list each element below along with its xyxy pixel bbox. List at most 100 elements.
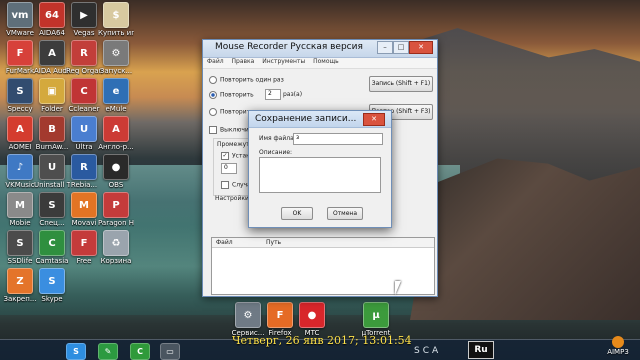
ok-button[interactable]: OK bbox=[281, 207, 313, 220]
app-icon: $ bbox=[103, 2, 129, 28]
dialog-titlebar[interactable]: Сохранение записи... ✕ bbox=[249, 111, 391, 128]
desktop-icon-label: Корзина bbox=[100, 257, 132, 265]
save-recording-dialog: Сохранение записи... ✕ Имя файла: з Опис… bbox=[248, 110, 392, 228]
desktop-icon-label: Reg Organi... bbox=[66, 67, 102, 75]
desktop-icon[interactable]: ♻ Корзина bbox=[98, 230, 134, 274]
menu-help[interactable]: Помощь bbox=[313, 58, 339, 65]
desktop-icon[interactable]: Z Закреп... bbox=[2, 268, 38, 312]
desktop-icon-label: Спец... bbox=[39, 219, 65, 227]
desktop-icon-label: Free bbox=[76, 257, 92, 265]
desktop-icon-label: Movavi bbox=[71, 219, 97, 227]
column-path[interactable]: Путь bbox=[266, 239, 281, 246]
app-icon: Z bbox=[7, 268, 33, 294]
desktop-icon-label: Folder bbox=[41, 105, 63, 113]
datetime-display: Четверг, 26 янв 2017; 13:01:54 bbox=[232, 334, 412, 347]
repeat-once-option[interactable]: Повторить один раз bbox=[209, 76, 284, 84]
random-checkbox[interactable] bbox=[221, 181, 229, 189]
desktop-icon-label: eMule bbox=[105, 105, 127, 113]
minimize-button[interactable]: – bbox=[377, 41, 393, 54]
app-icon: ● bbox=[299, 302, 325, 328]
app-icon: ⚙ bbox=[235, 302, 261, 328]
desktop-icon-label: Mobie bbox=[9, 219, 31, 227]
recordings-list[interactable]: Файл Путь bbox=[211, 237, 435, 295]
desktop-icon-label: AIDA64 bbox=[39, 29, 65, 37]
app-icon: F bbox=[71, 230, 97, 256]
cancel-button[interactable]: Отмена bbox=[327, 207, 363, 220]
repeat-until-radio[interactable] bbox=[209, 108, 217, 116]
desktop-icon-label: Uninstall Tool bbox=[34, 181, 70, 189]
app-icon: F bbox=[267, 302, 293, 328]
desktop-icon-label: Ccleaner bbox=[68, 105, 100, 113]
taskbar-app-button[interactable]: ✎ bbox=[98, 343, 118, 360]
app-icon: M bbox=[7, 192, 33, 218]
desktop-icon[interactable]: F Free bbox=[66, 230, 102, 274]
desktop-icon-label: Ultra bbox=[75, 143, 93, 151]
app-icon: P bbox=[103, 192, 129, 218]
repeat-option[interactable]: Повторить bbox=[209, 91, 254, 99]
app-icon: U bbox=[71, 116, 97, 142]
desktop-icon-label: Speccy bbox=[7, 105, 33, 113]
dialog-title: Сохранение записи... bbox=[255, 114, 357, 124]
app-icon: ♪ bbox=[7, 154, 33, 180]
desktop-icon-label: FurMark bbox=[5, 67, 35, 75]
app-icon: ▶ bbox=[71, 2, 97, 28]
menu-edit[interactable]: Правка bbox=[232, 58, 255, 65]
desktop-icon-label: Rebia... bbox=[70, 181, 98, 189]
app-icon: B bbox=[39, 116, 65, 142]
desktop-icon[interactable]: S Skype bbox=[34, 268, 70, 312]
app-icon: C bbox=[39, 230, 65, 256]
aimp-label: AIMP3 bbox=[607, 348, 629, 356]
desktop-icon-label: Camtasia bbox=[35, 257, 69, 265]
maximize-button[interactable]: □ bbox=[393, 41, 409, 54]
record-button[interactable]: Запись (Shift + F1) bbox=[369, 76, 433, 92]
taskbar-app-button[interactable]: C bbox=[130, 343, 150, 360]
desktop-icon-label: AOMEI bbox=[8, 143, 32, 151]
repeat-once-radio[interactable] bbox=[209, 76, 217, 84]
window-titlebar[interactable]: Mouse Recorder Русская версия – □ ✕ bbox=[203, 40, 437, 58]
repeat-until-option[interactable]: Повторить bbox=[209, 108, 254, 116]
repeat-once-label: Повторить один раз bbox=[220, 76, 284, 84]
app-icon: M bbox=[71, 192, 97, 218]
description-textarea[interactable] bbox=[259, 157, 381, 193]
app-icon: U bbox=[39, 154, 65, 180]
menu-bar: Файл Правка Инструменты Помощь bbox=[203, 58, 437, 69]
language-indicator[interactable]: Ru bbox=[468, 341, 494, 359]
menu-file[interactable]: Файл bbox=[207, 58, 224, 65]
taskbar-app-button[interactable]: S bbox=[66, 343, 86, 360]
app-icon: ▣ bbox=[39, 78, 65, 104]
repeat-count-input[interactable]: 2 bbox=[265, 89, 281, 100]
app-icon: 64 bbox=[39, 2, 65, 28]
interval-input[interactable]: 0 bbox=[221, 163, 237, 174]
repeat-label: Повторить bbox=[220, 91, 254, 99]
close-button[interactable]: ✕ bbox=[409, 41, 433, 54]
set-checkbox[interactable]: ✓ bbox=[221, 152, 229, 160]
desktop-icon-label: BurnAw... bbox=[35, 143, 69, 151]
desktop-icon-label: Vegas bbox=[73, 29, 95, 37]
repeat-radio[interactable] bbox=[209, 91, 217, 99]
disable-checkbox[interactable] bbox=[209, 126, 217, 134]
menu-tools[interactable]: Инструменты bbox=[262, 58, 305, 65]
times-suffix: раз(а) bbox=[283, 91, 303, 98]
filename-input[interactable]: з bbox=[293, 133, 383, 145]
column-file[interactable]: Файл bbox=[216, 239, 233, 246]
app-icon: A bbox=[7, 116, 33, 142]
app-icon: S bbox=[39, 192, 65, 218]
filename-label: Имя файла: bbox=[259, 135, 296, 142]
app-icon: vm bbox=[7, 2, 33, 28]
app-icon: S bbox=[7, 230, 33, 256]
desktop: vmVMware64AIDA64▶Vegas$Купить игрыFFurMa… bbox=[0, 0, 640, 360]
taskbar-app-button[interactable]: ▭ bbox=[160, 343, 180, 360]
description-label: Описание: bbox=[259, 149, 293, 156]
app-icon: e bbox=[103, 78, 129, 104]
app-icon: C bbox=[71, 78, 97, 104]
desktop-icon-label: Skype bbox=[41, 295, 63, 303]
aimp-tray-icon[interactable]: AIMP3 bbox=[598, 336, 638, 356]
dialog-close-button[interactable]: ✕ bbox=[363, 113, 385, 126]
app-icon: А bbox=[103, 116, 129, 142]
desktop-icon-label: Закреп... bbox=[3, 295, 37, 303]
app-icon: R bbox=[71, 154, 97, 180]
app-icon: ♻ bbox=[103, 230, 129, 256]
app-icon: ● bbox=[103, 154, 129, 180]
desktop-icon-label: VMware bbox=[6, 29, 34, 37]
brand-text: SCA bbox=[414, 346, 442, 356]
